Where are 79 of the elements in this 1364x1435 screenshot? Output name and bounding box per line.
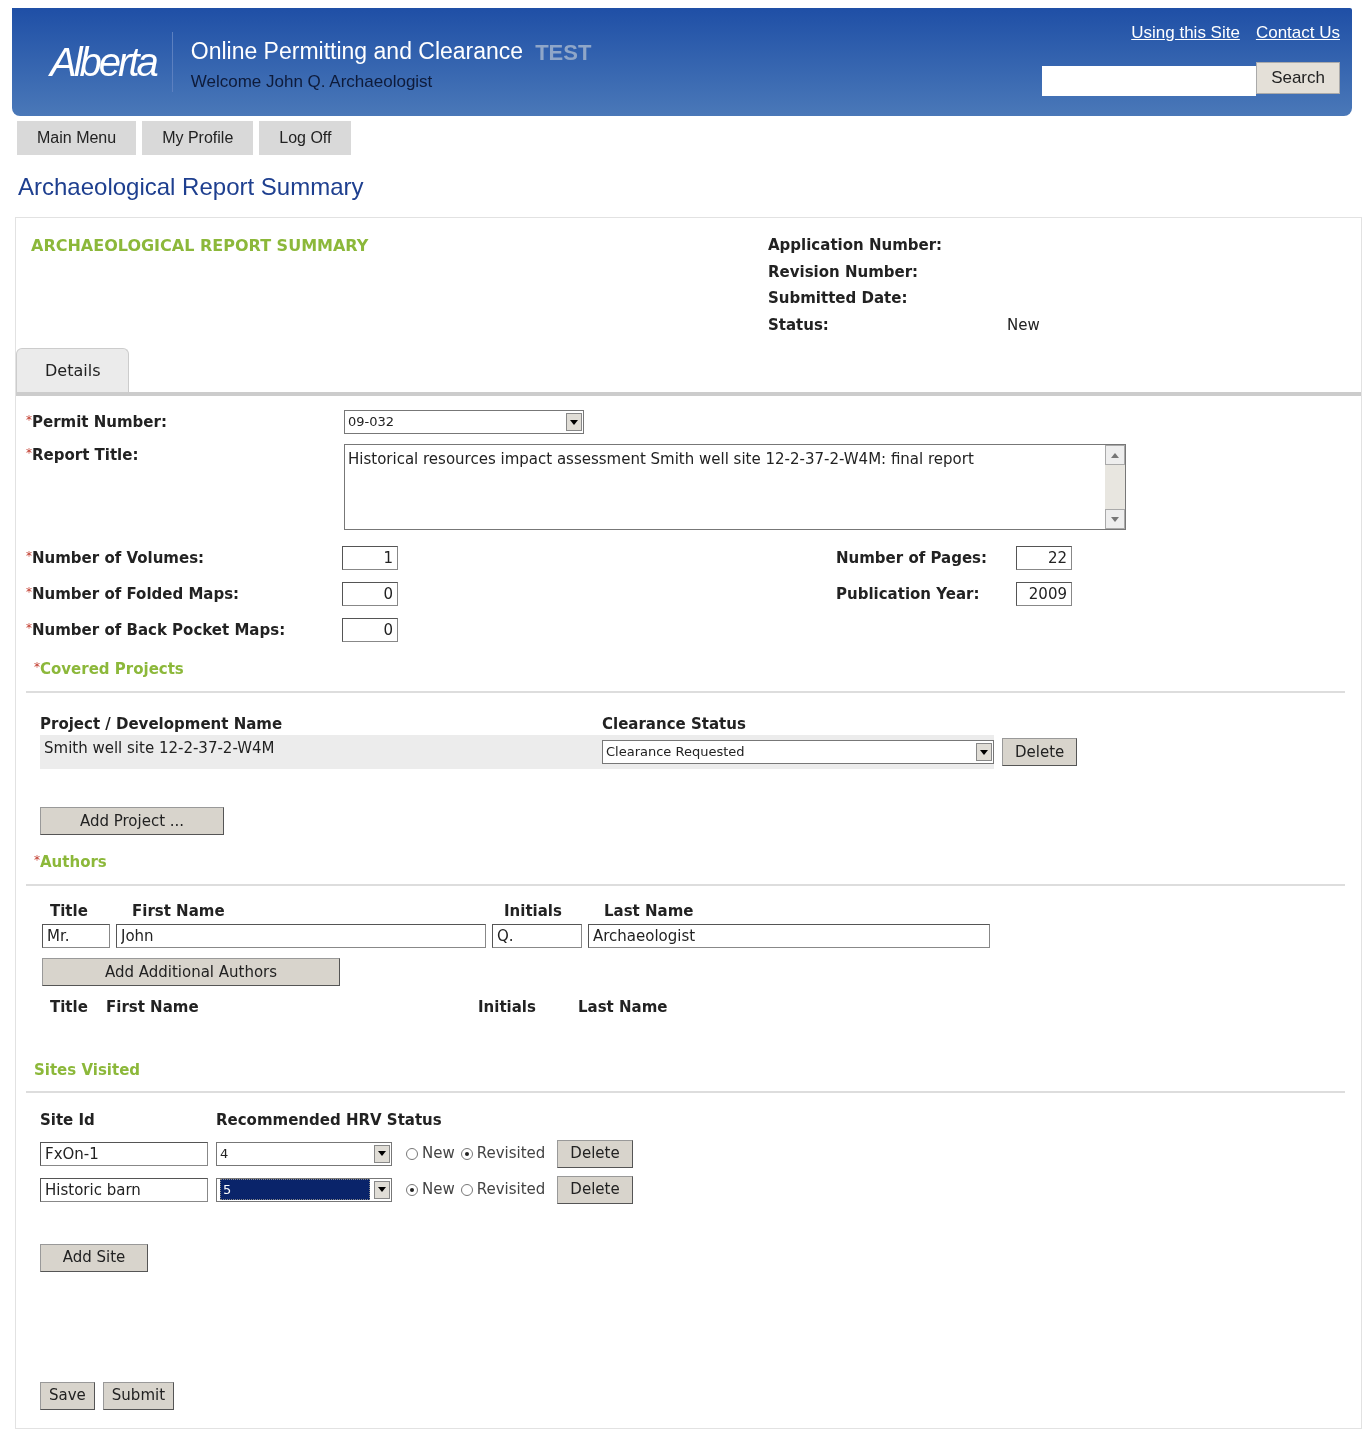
input-field[interactable]: 0 <box>342 618 398 642</box>
required-mark: * <box>26 584 32 599</box>
column-header: Title <box>50 997 89 1018</box>
nav-button[interactable]: My Profile <box>142 121 254 155</box>
column-header: Initials <box>478 997 537 1018</box>
button[interactable]: Submit <box>102 1381 175 1410</box>
meta-value: New <box>1007 314 1040 336</box>
column-header: Title <box>49 900 89 922</box>
input-field[interactable]: Mr. <box>42 924 110 948</box>
input-field[interactable]: FxOn-1 <box>40 1141 208 1166</box>
required-mark: * <box>34 660 40 674</box>
header-link[interactable]: Using this Site <box>1131 20 1240 46</box>
environment-label: TEST <box>535 38 592 67</box>
column-header: Initials <box>504 900 563 922</box>
required-mark: * <box>26 620 32 635</box>
input-field[interactable]: 0 <box>342 582 398 606</box>
radio-option[interactable]: New <box>406 1178 455 1201</box>
logo: Alberta <box>50 32 173 92</box>
input-field[interactable]: John <box>116 924 486 948</box>
section-heading: Covered Projects <box>40 660 184 678</box>
column-header: Recommended HRV Status <box>216 1110 442 1131</box>
meta-label: Revision Number: <box>768 261 920 283</box>
page-title: Archaeological Report Summary <box>17 172 365 202</box>
required-mark: * <box>26 412 32 427</box>
dropdown[interactable]: 5 <box>216 1177 392 1202</box>
field-label: Publication Year: <box>836 584 980 603</box>
nav-button[interactable]: Main Menu <box>17 121 137 155</box>
scroll-up-icon[interactable] <box>1105 445 1125 465</box>
button[interactable]: Save <box>40 1381 95 1410</box>
button[interactable]: Delete <box>557 1175 633 1204</box>
field-label: Number of Pages: <box>836 548 987 567</box>
dropdown[interactable]: Clearance Requested <box>602 740 994 764</box>
field-label: Number of Volumes: <box>32 548 205 567</box>
header-link[interactable]: Contact Us <box>1255 20 1340 46</box>
column-header: Clearance Status <box>602 713 746 735</box>
column-header: Last Name <box>604 900 695 922</box>
meta-label: Submitted Date: <box>768 288 909 309</box>
input-field[interactable]: 1 <box>342 546 398 570</box>
column-header: First Name <box>106 997 200 1018</box>
column-header: Last Name <box>578 997 669 1018</box>
button[interactable]: Add Additional Authors <box>42 958 340 986</box>
search-field[interactable] <box>1042 65 1257 96</box>
input-field[interactable]: Archaeologist <box>588 924 990 948</box>
button[interactable]: Delete <box>557 1139 633 1168</box>
button[interactable]: Add Project ... <box>40 807 224 835</box>
field-label: Permit Number: <box>32 412 167 431</box>
button[interactable]: Delete <box>1002 738 1078 766</box>
field-label: Number of Folded Maps: <box>32 584 240 603</box>
dropdown[interactable]: 4 <box>216 1141 392 1166</box>
field-label: Report Title: <box>32 446 139 464</box>
column-header: First Name <box>132 900 226 922</box>
tab[interactable]: Details <box>16 348 130 392</box>
dropdown[interactable]: 09-032 <box>344 410 584 434</box>
nav-button[interactable]: Log Off <box>259 121 352 155</box>
meta-label: Application Number: <box>768 235 944 256</box>
required-mark: * <box>26 446 32 460</box>
field-label: Number of Back Pocket Maps: <box>32 620 286 639</box>
button[interactable]: Add Site <box>40 1243 148 1272</box>
input-field[interactable]: 22 <box>1016 546 1072 570</box>
radio-option[interactable]: New <box>406 1142 455 1165</box>
section-heading: Authors <box>40 853 107 871</box>
app-title: Online Permitting and Clearance <box>190 37 524 66</box>
search-button[interactable]: Search <box>1256 61 1340 94</box>
welcome-text: Welcome John Q. Archaeologist <box>190 70 434 93</box>
section-heading: Sites Visited <box>34 1060 141 1079</box>
column-header: Site Id <box>40 1110 96 1131</box>
text-area[interactable]: Historical resources impact assessment Smith well site 12-2-37-2-W4M: final report <box>344 444 1126 530</box>
required-mark: * <box>26 548 32 563</box>
meta-label: Status: <box>768 314 830 336</box>
column-header: Project / Development Name <box>40 713 284 735</box>
radio-option[interactable]: Revisited <box>460 1178 546 1201</box>
summary-heading: ARCHAEOLOGICAL REPORT SUMMARY <box>31 235 370 257</box>
input-field[interactable]: 2009 <box>1016 582 1072 606</box>
input-field[interactable]: Historic barn <box>40 1177 208 1202</box>
scroll-down-icon[interactable] <box>1105 509 1125 529</box>
input-field[interactable]: Q. <box>492 924 582 948</box>
radio-option[interactable]: Revisited <box>460 1142 546 1165</box>
table-cell: Smith well site 12-2-37-2-W4M <box>40 735 602 769</box>
required-mark: * <box>34 853 40 867</box>
